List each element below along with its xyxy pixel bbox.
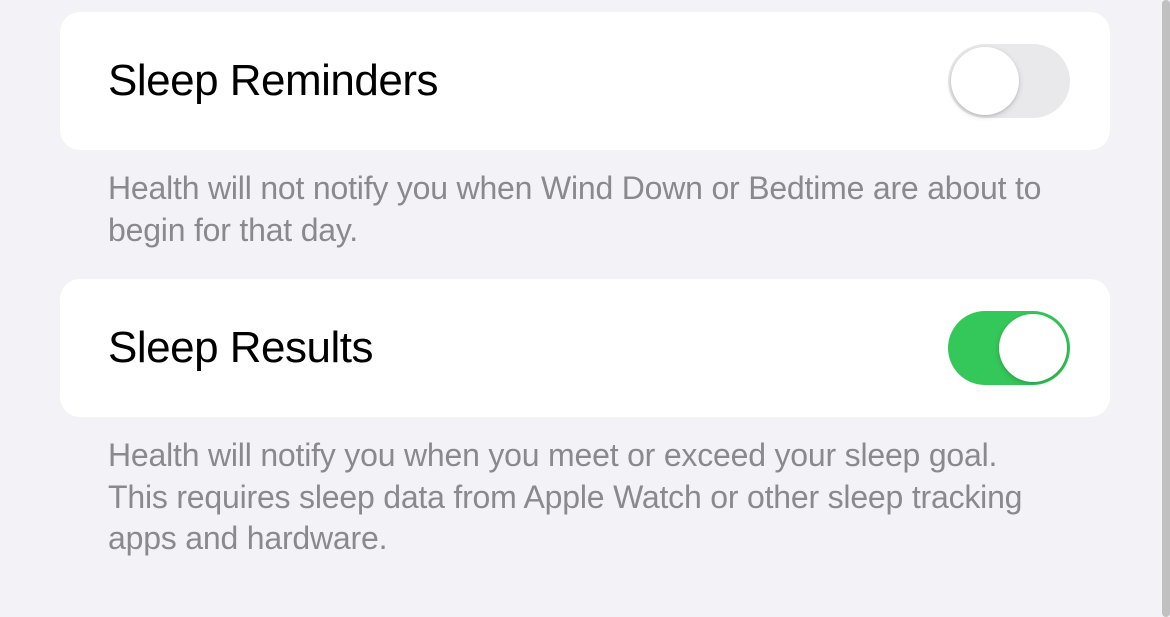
sleep-reminders-row: Sleep Reminders (60, 12, 1110, 150)
sleep-reminders-toggle[interactable] (948, 44, 1070, 118)
scrollbar[interactable] (1162, 0, 1170, 617)
sleep-reminders-label: Sleep Reminders (108, 56, 438, 106)
sleep-reminders-description: Health will not notify you when Wind Dow… (60, 150, 1110, 279)
sleep-results-description: Health will notify you when you meet or … (60, 417, 1110, 588)
sleep-results-toggle[interactable] (948, 311, 1070, 385)
toggle-knob (999, 314, 1067, 382)
toggle-knob (951, 47, 1019, 115)
sleep-results-row: Sleep Results (60, 279, 1110, 417)
settings-container: Sleep Reminders Health will not notify y… (0, 0, 1170, 588)
sleep-results-label: Sleep Results (108, 323, 373, 373)
